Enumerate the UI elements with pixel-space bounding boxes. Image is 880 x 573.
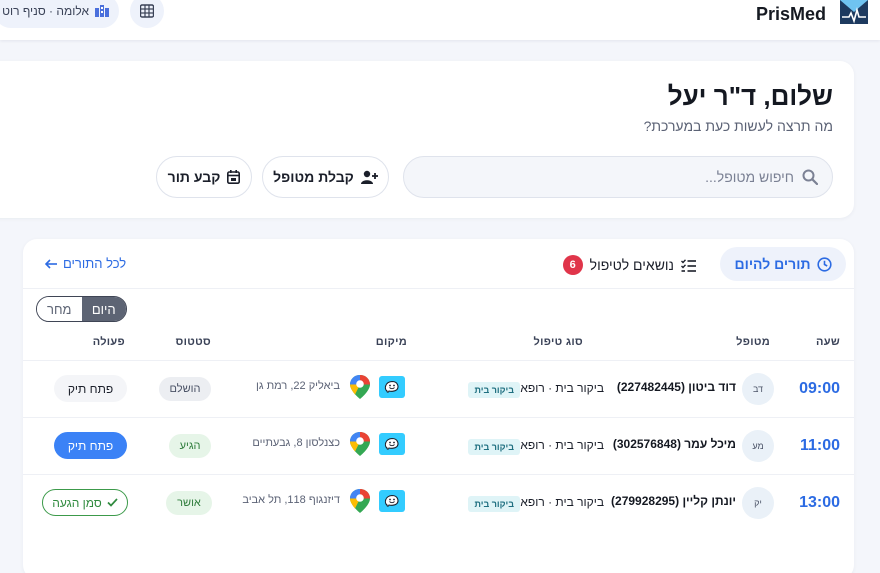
google-maps-icon[interactable] (349, 431, 371, 457)
open-file-button[interactable]: פתח תיק (54, 432, 127, 459)
treatment-type: ביקור בית · רופא (520, 495, 604, 509)
patient-intake-label: קבלת מטופל (273, 169, 354, 185)
mark-arrival-label: סמן הגעה (52, 495, 102, 510)
search-icon (802, 169, 818, 185)
issues-count-badge: 6 (562, 255, 583, 275)
appointment-row[interactable]: 13:00 יק יונתן קליין (279928295) ביקור ב… (23, 474, 854, 531)
patient-name[interactable]: דוד ביטון (227482445) (617, 380, 736, 394)
schedule-appointment-label: קבע תור (167, 169, 221, 185)
appointment-address: כצנלסון 8, גבעתיים (252, 437, 340, 449)
checklist-icon (681, 258, 696, 272)
patient-name[interactable]: יונתן קליין (279928295) (611, 494, 736, 508)
appointment-time: 11:00 (799, 437, 840, 454)
grid-icon (140, 4, 154, 18)
patient-avatar: דב (742, 373, 774, 405)
patient-avatar: יק (742, 487, 774, 519)
waze-icon (384, 494, 399, 507)
prismed-logo[interactable] (840, 0, 868, 24)
tab-today-label: תורים להיום (734, 256, 811, 272)
patient-intake-button[interactable]: קבלת מטופל (262, 156, 389, 198)
arrow-left-icon (45, 258, 57, 269)
status-badge: הגיע (169, 434, 211, 458)
column-header-status: סטטוס (175, 336, 211, 348)
day-toggle-tomorrow[interactable]: מחר (37, 297, 82, 321)
day-toggle[interactable]: מחר היום (36, 296, 127, 322)
apps-grid-button[interactable] (130, 0, 164, 28)
greeting-card: שלום, ד"ר יעל מה תרצה לעשות כעת במערכת? … (0, 61, 854, 218)
treatment-type: ביקור בית · רופא (520, 381, 604, 395)
all-appointments-link[interactable]: לכל התורים (45, 256, 126, 271)
status-badge: הושלם (159, 377, 211, 401)
waze-button[interactable] (379, 490, 405, 512)
column-header-type: סוג טיפול (533, 336, 583, 348)
patient-search-input[interactable]: חיפוש מטופל... (403, 156, 833, 198)
top-bar: PrisMed אלומה · סניף רוט (0, 0, 880, 40)
check-icon (107, 498, 118, 507)
tab-open-issues[interactable]: נושאים לטיפול 6 (562, 255, 696, 275)
all-appointments-label: לכל התורים (63, 256, 127, 271)
header-divider (23, 288, 854, 289)
greeting-subtitle: מה תרצה לעשות כעת במערכת? (643, 118, 833, 134)
column-header-location: מיקום (375, 336, 407, 348)
column-header-time: שעה (816, 336, 840, 348)
add-user-icon (360, 170, 378, 184)
schedule-appointment-button[interactable]: קבע תור (156, 156, 252, 198)
waze-icon (384, 437, 399, 450)
waze-icon (384, 380, 399, 393)
mark-arrival-button[interactable]: סמן הגעה (42, 489, 128, 516)
tab-today-appointments[interactable]: תורים להיום (720, 247, 846, 281)
column-header-patient: מטופל (736, 336, 770, 348)
clock-icon (816, 256, 832, 272)
patient-avatar: מע (742, 430, 774, 462)
treatment-tag: ביקור בית (468, 496, 520, 512)
search-placeholder: חיפוש מטופל... (705, 169, 794, 185)
appointment-address: ביאליק 22, רמת גן (256, 380, 340, 392)
appointment-time: 13:00 (799, 494, 840, 511)
appointment-row[interactable]: 09:00 דב דוד ביטון (227482445) ביקור בית… (23, 360, 854, 417)
appointment-time: 09:00 (799, 380, 840, 397)
calendar-icon (227, 170, 241, 184)
appointment-address: דיזנגוף 118, תל אביב (242, 494, 340, 506)
day-toggle-today[interactable]: היום (81, 297, 126, 321)
branch-selector[interactable]: אלומה · סניף רוט (0, 0, 119, 28)
buildings-icon (95, 5, 109, 17)
greeting-title: שלום, ד"ר יעל (667, 81, 833, 111)
treatment-type: ביקור בית · רופא (520, 438, 604, 452)
tab-issues-label: נושאים לטיפול (589, 257, 674, 273)
treatment-tag: ביקור בית (468, 439, 520, 455)
appointment-row[interactable]: 11:00 מע מיכל עמר (302576848) ביקור בית … (23, 417, 854, 474)
google-maps-icon[interactable] (349, 374, 371, 400)
waze-button[interactable] (379, 376, 405, 398)
google-maps-icon[interactable] (349, 488, 371, 514)
column-header-action: פעולה (92, 336, 125, 348)
open-file-button[interactable]: פתח תיק (54, 375, 127, 402)
patient-name[interactable]: מיכל עמר (302576848) (613, 437, 736, 451)
brand-name: PrisMed (755, 4, 826, 24)
appointments-card: תורים להיום נושאים לטיפול 6 לכל התורים מ… (23, 239, 854, 573)
status-badge: אושר (166, 491, 212, 515)
treatment-tag: ביקור בית (468, 382, 520, 398)
branch-label: אלומה · סניף רוט (2, 4, 89, 18)
waze-button[interactable] (379, 433, 405, 455)
